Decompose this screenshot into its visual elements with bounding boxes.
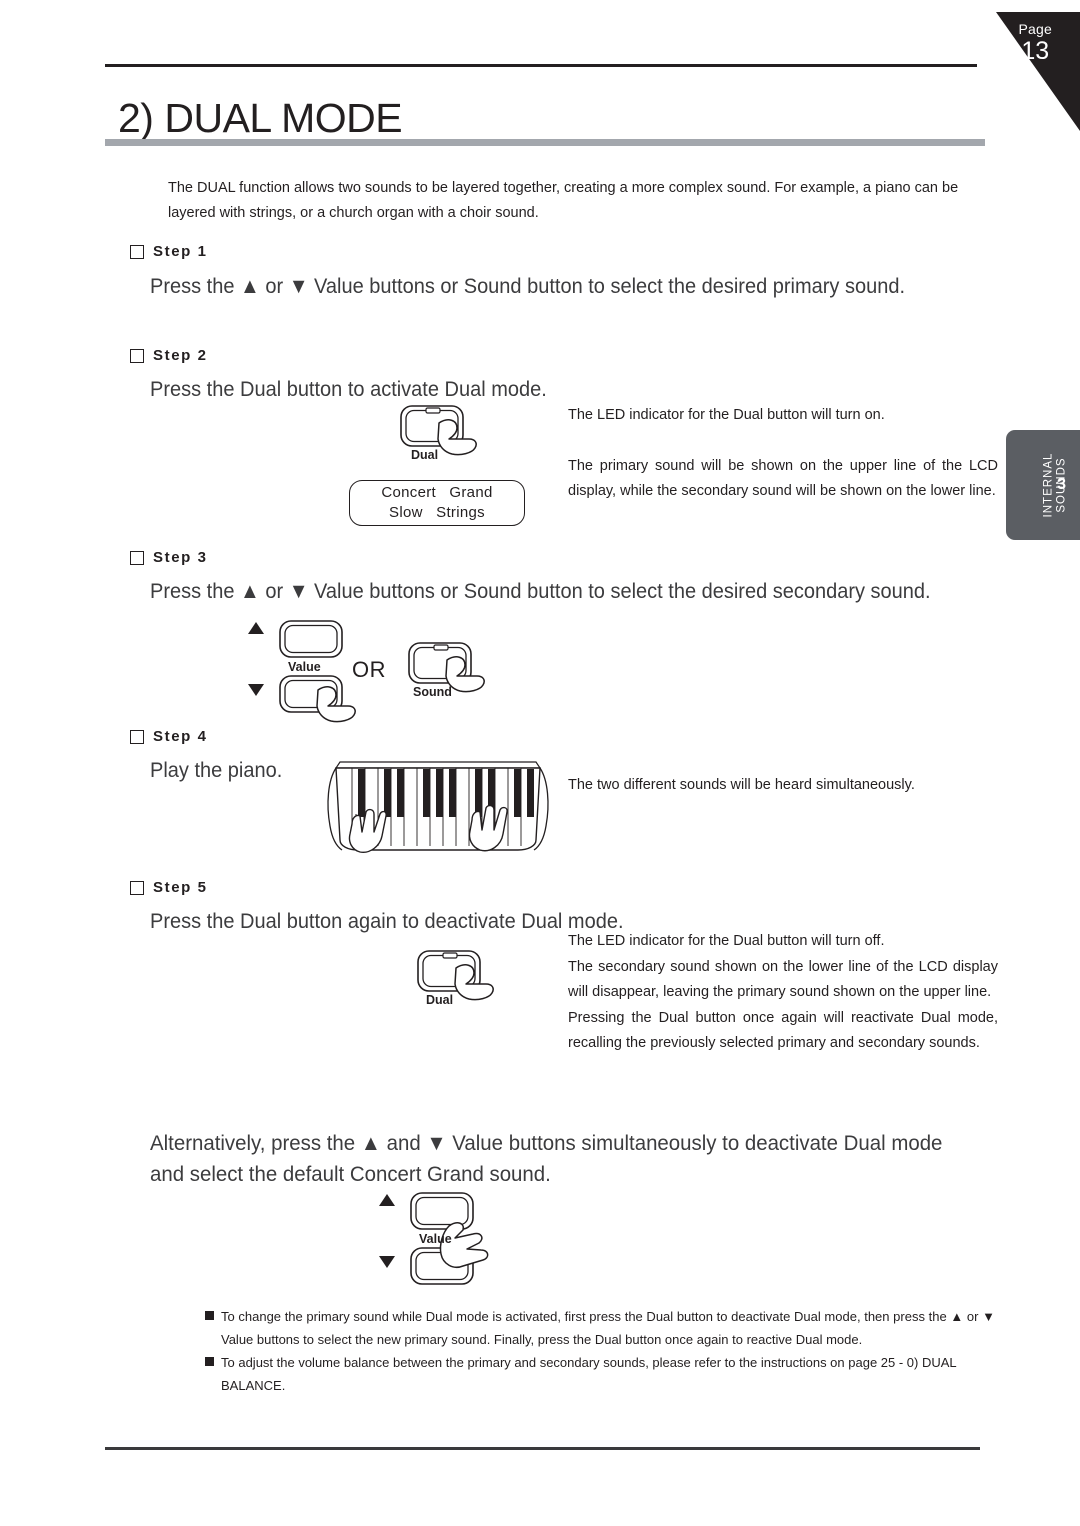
checkbox-icon <box>130 880 144 895</box>
footer-note-2: To adjust the volume balance between the… <box>205 1351 995 1397</box>
bullet-square-icon <box>205 1357 214 1366</box>
checkbox-icon <box>130 729 144 744</box>
page-word: Page <box>1018 21 1052 37</box>
footer-note-1-text: To change the primary sound while Dual m… <box>221 1309 995 1347</box>
chapter-side-tab: INTERNAL SOUNDS 3 <box>1006 430 1080 540</box>
alternative-paragraph: Alternatively, press the ▲ and ▼ Value b… <box>150 1131 943 1186</box>
footer-note-1: To change the primary sound while Dual m… <box>205 1305 995 1351</box>
page-title: 2) DUAL MODE <box>118 95 403 141</box>
title-gray-bar <box>105 139 985 146</box>
step-4-note-1: The two different sounds will be heard s… <box>568 777 915 793</box>
dual-button-illustration-2: Dual <box>412 949 522 1011</box>
sound-button-illustration: Sound <box>403 641 513 703</box>
bullet-square-icon <box>205 1311 214 1320</box>
step-5-notes: The LED indicator for the Dual button wi… <box>568 929 998 1057</box>
step-3-label: Step 3 <box>153 549 208 566</box>
step-1-label: Step 1 <box>153 243 208 260</box>
dual-button-caption-2: Dual <box>426 993 454 1007</box>
sound-button-caption: Sound <box>413 685 452 699</box>
or-label: OR <box>352 657 386 682</box>
page-corner-triangle <box>962 0 1080 131</box>
step-row-3: Step 3 <box>130 549 208 566</box>
step-4-label: Step 4 <box>153 728 208 745</box>
step-5-note-1: The LED indicator for the Dual button wi… <box>568 933 885 949</box>
checkbox-icon <box>130 244 144 259</box>
step-2-label: Step 2 <box>153 347 208 364</box>
step-row-4: Step 4 <box>130 728 208 745</box>
step-4-notes: The two different sounds will be heard s… <box>568 773 998 799</box>
step-2-note-1: The LED indicator for the Dual button wi… <box>568 407 885 423</box>
lcd-display: Concert Grand Slow Strings <box>349 480 525 526</box>
checkbox-icon <box>130 550 144 565</box>
step-row-2: Step 2 <box>130 347 208 364</box>
step-2-note-2: The primary sound will be shown on the u… <box>568 457 998 500</box>
title-top-rule <box>105 64 977 67</box>
intro-paragraph: The DUAL function allows two sounds to b… <box>168 180 959 221</box>
lcd-upper-line: Concert Grand <box>381 484 493 501</box>
step-5-label: Step 5 <box>153 879 208 896</box>
value-buttons-caption-2: Value <box>419 1232 452 1246</box>
page-number: 13 <box>1021 36 1050 65</box>
lcd-lower-line: Slow Strings <box>389 504 485 521</box>
footer-notes: To change the primary sound while Dual m… <box>205 1305 995 1397</box>
dual-button-illustration: Dual <box>395 404 505 466</box>
checkbox-icon <box>130 348 144 363</box>
step-5-note-3: Pressing the Dual button once again will… <box>568 1009 998 1052</box>
step-2-notes: The LED indicator for the Dual button wi… <box>568 403 998 505</box>
footer-rule <box>105 1447 980 1450</box>
page-number-block: Page 13 <box>1019 22 1053 64</box>
side-tab-line1: INTERNAL <box>1042 452 1055 518</box>
dual-button-caption: Dual <box>411 448 439 462</box>
step-row-1: Step 1 <box>130 243 208 260</box>
document-page: Page 13 2) DUAL MODE The DUAL function a… <box>0 0 1080 1526</box>
step-2-heading: Press the Dual button to activate Dual m… <box>150 377 547 401</box>
step-1-heading: Press the ▲ or ▼ Value buttons or Sound … <box>150 274 906 298</box>
value-buttons-caption: Value <box>288 660 321 674</box>
value-buttons-simultaneous-illustration: Value <box>375 1192 545 1302</box>
footer-note-2-text: To adjust the volume balance between the… <box>221 1355 957 1393</box>
step-4-heading: Play the piano. <box>150 758 283 782</box>
piano-keyboard-illustration <box>322 754 554 864</box>
step-3-heading: Press the ▲ or ▼ Value buttons or Sound … <box>150 579 931 603</box>
step-5-heading: Press the Dual button again to deactivat… <box>150 909 624 933</box>
step-row-5: Step 5 <box>130 879 208 896</box>
step-5-note-2: The secondary sound shown on the lower l… <box>568 958 998 1001</box>
side-tab-number: 3 <box>1057 476 1066 493</box>
